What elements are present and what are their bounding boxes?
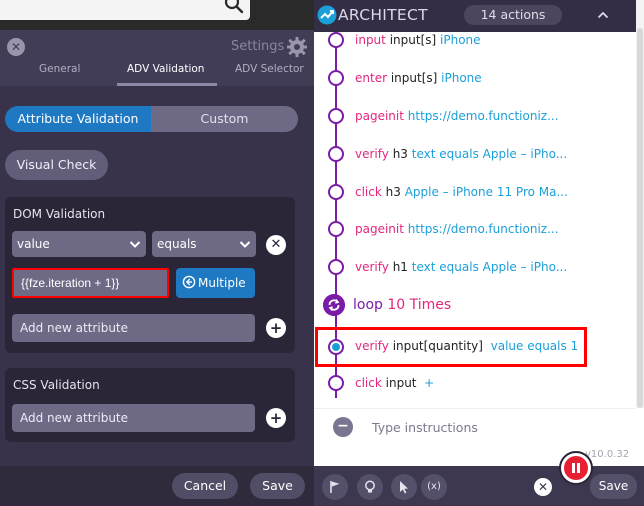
- chevron-down-icon: [129, 241, 141, 248]
- tab-adv-selector[interactable]: ADV Selector: [235, 63, 304, 75]
- multiple-label: Multiple: [198, 276, 246, 290]
- actions-count-badge: 14 actions: [464, 5, 562, 25]
- step-item[interactable]: verify h1 text equals Apple – iPho...: [355, 260, 567, 274]
- step-marker: [328, 184, 344, 200]
- step-item[interactable]: input input[s] iPhone: [355, 33, 481, 47]
- operator-select-value: equals: [157, 237, 197, 251]
- tab-general[interactable]: General: [39, 63, 80, 75]
- architect-panel: ARCHITECT 14 actions input input[s] iPho…: [314, 0, 644, 506]
- attribute-select-value: value: [17, 237, 50, 251]
- attribute-select[interactable]: value: [12, 231, 146, 257]
- step-item[interactable]: click input +: [355, 376, 434, 390]
- variables-tool-button[interactable]: (x): [421, 474, 447, 500]
- cursor-icon: [400, 481, 408, 494]
- save-button[interactable]: Save: [250, 473, 305, 499]
- close-icon[interactable]: ✕: [7, 38, 25, 56]
- operator-select[interactable]: equals: [152, 231, 256, 257]
- gear-icon[interactable]: [286, 36, 308, 58]
- step-marker: [328, 375, 344, 391]
- step-marker: [328, 108, 344, 124]
- scrollbar-thumb[interactable]: [637, 28, 643, 408]
- chevron-down-icon: [239, 241, 251, 248]
- add-attribute-input[interactable]: Add new attribute: [12, 314, 255, 342]
- step-marker: [328, 32, 344, 48]
- settings-title: Settings: [231, 39, 285, 54]
- step-item[interactable]: click h3 Apple – iPhone 11 Pro Ma...: [355, 185, 568, 199]
- scrollbar[interactable]: [636, 0, 644, 408]
- loop-icon: [323, 294, 345, 316]
- step-editor-panel: ✕ Settings General ADV Validation ADV Se…: [0, 0, 314, 506]
- cancel-button[interactable]: Cancel: [172, 473, 238, 499]
- step-marker: [328, 146, 344, 162]
- multiple-button[interactable]: Multiple: [176, 268, 255, 298]
- active-step-item[interactable]: verify input[quantity] value equals 1: [355, 339, 578, 353]
- architect-logo-icon: [317, 5, 337, 25]
- step-item[interactable]: pageinit https://demo.functioniz...: [355, 109, 559, 123]
- version-label: v10.0.32: [585, 449, 630, 460]
- remove-condition-icon[interactable]: ✕: [266, 235, 286, 255]
- chevron-up-icon[interactable]: [597, 9, 609, 21]
- bulb-tool-button[interactable]: [357, 474, 383, 500]
- cursor-tool-button[interactable]: [391, 474, 417, 500]
- step-marker: [328, 259, 344, 275]
- loop-step[interactable]: loop 10 Times: [353, 297, 451, 313]
- visual-check-button[interactable]: Visual Check: [5, 150, 108, 180]
- expected-value-input[interactable]: [12, 268, 169, 298]
- step-item[interactable]: pageinit https://demo.functioniz...: [355, 222, 559, 236]
- active-tab-indicator: [117, 83, 217, 86]
- instructions-input[interactable]: [372, 418, 612, 436]
- search-icon[interactable]: [224, 0, 244, 14]
- search-bar-fragment[interactable]: [0, 0, 250, 20]
- custom-toggle[interactable]: Custom: [151, 106, 298, 132]
- css-validation-title: CSS Validation: [13, 378, 100, 392]
- flag-icon: [330, 481, 340, 493]
- collapse-icon[interactable]: −: [333, 417, 353, 437]
- step-marker: [328, 221, 344, 237]
- add-icon[interactable]: +: [266, 318, 286, 338]
- lightbulb-icon: [365, 480, 375, 493]
- add-icon[interactable]: +: [266, 408, 286, 428]
- step-item[interactable]: verify h3 text equals Apple – iPho...: [355, 147, 567, 161]
- pause-button[interactable]: [564, 456, 588, 480]
- add-css-attribute-input[interactable]: Add new attribute: [12, 404, 255, 432]
- architect-title: ARCHITECT: [338, 6, 428, 24]
- save-button[interactable]: Save: [590, 474, 637, 499]
- attribute-validation-toggle[interactable]: Attribute Validation: [5, 106, 151, 132]
- dom-validation-title: DOM Validation: [13, 207, 106, 221]
- step-marker: [328, 70, 344, 86]
- flag-tool-button[interactable]: [322, 474, 348, 500]
- multiple-icon: [182, 275, 196, 289]
- active-step-marker: [328, 339, 344, 355]
- close-icon[interactable]: ✕: [534, 478, 552, 496]
- step-item[interactable]: enter input[s] iPhone: [355, 71, 482, 85]
- tab-adv-validation[interactable]: ADV Validation: [127, 63, 204, 75]
